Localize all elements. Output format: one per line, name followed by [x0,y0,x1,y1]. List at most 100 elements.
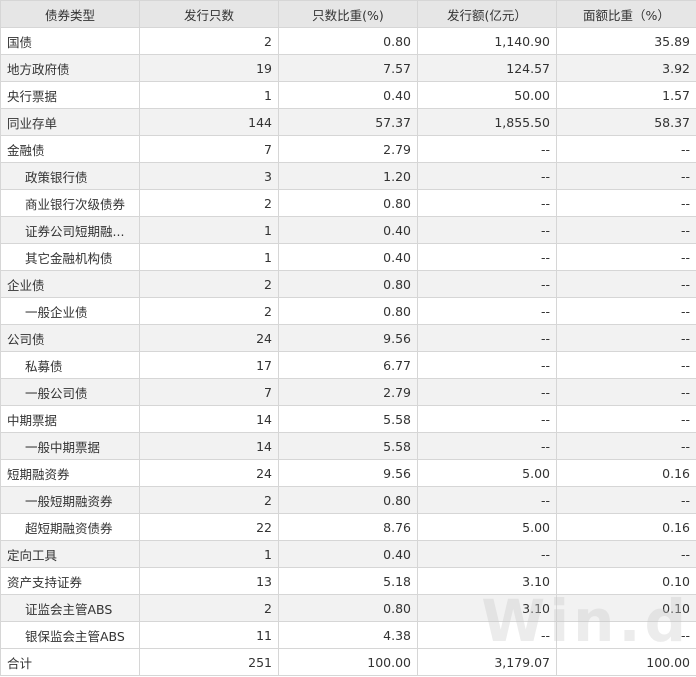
bond-type-cell: 私募债 [0,351,140,379]
issue-amount-cell: -- [417,216,557,244]
bond-type-cell: 商业银行次级债券 [0,189,140,217]
issue-amount-cell: -- [417,351,557,379]
amount-share-cell: -- [556,297,696,325]
bond-type-cell: 地方政府债 [0,54,140,82]
table-row: 一般中期票据 14 5.58 -- -- [0,432,696,460]
bond-type-cell: 一般企业债 [0,297,140,325]
table-row: 金融债 7 2.79 -- -- [0,135,696,163]
issue-count-cell: 13 [139,567,279,595]
bond-type-cell: 金融债 [0,135,140,163]
bond-type-cell: 中期票据 [0,405,140,433]
issue-amount-cell: 3,179.07 [417,648,557,676]
issue-count-cell: 19 [139,54,279,82]
issue-count-cell: 24 [139,324,279,352]
table-row: 企业债 2 0.80 -- -- [0,270,696,298]
count-share-cell: 0.40 [278,540,418,568]
amount-share-cell: -- [556,405,696,433]
column-header-amount-share[interactable]: 面额比重（%） [556,0,696,28]
amount-share-cell: -- [556,135,696,163]
count-share-cell: 7.57 [278,54,418,82]
issue-count-cell: 2 [139,27,279,55]
count-share-cell: 8.76 [278,513,418,541]
column-header-issue-count[interactable]: 发行只数 [139,0,279,28]
table-row: 地方政府债 19 7.57 124.57 3.92 [0,54,696,82]
amount-share-cell: -- [556,540,696,568]
amount-share-cell: 1.57 [556,81,696,109]
table-row: 政策银行债 3 1.20 -- -- [0,162,696,190]
issue-amount-cell: 5.00 [417,513,557,541]
bond-type-cell: 同业存单 [0,108,140,136]
amount-share-cell: -- [556,243,696,271]
issue-count-cell: 7 [139,378,279,406]
issue-amount-cell: -- [417,189,557,217]
issue-count-cell: 17 [139,351,279,379]
issue-count-cell: 2 [139,486,279,514]
issue-count-cell: 1 [139,216,279,244]
amount-share-cell: -- [556,162,696,190]
count-share-cell: 0.40 [278,243,418,271]
table-row: 中期票据 14 5.58 -- -- [0,405,696,433]
issue-count-cell: 3 [139,162,279,190]
bond-type-cell: 一般中期票据 [0,432,140,460]
issue-count-cell: 2 [139,297,279,325]
issue-amount-cell: 124.57 [417,54,557,82]
bond-type-cell: 短期融资券 [0,459,140,487]
bond-type-cell: 一般短期融资券 [0,486,140,514]
issue-amount-cell: 1,140.90 [417,27,557,55]
amount-share-cell: 100.00 [556,648,696,676]
count-share-cell: 5.58 [278,432,418,460]
amount-share-cell: 0.16 [556,459,696,487]
column-header-bond-type[interactable]: 债券类型 [0,0,140,28]
bond-type-cell: 一般公司债 [0,378,140,406]
count-share-cell: 0.80 [278,486,418,514]
table-row: 商业银行次级债券 2 0.80 -- -- [0,189,696,217]
issue-count-cell: 14 [139,405,279,433]
amount-share-cell: 58.37 [556,108,696,136]
bond-type-cell: 银保监会主管ABS [0,621,140,649]
issue-amount-cell: 3.10 [417,594,557,622]
count-share-cell: 2.79 [278,378,418,406]
table-row: 定向工具 1 0.40 -- -- [0,540,696,568]
count-share-cell: 9.56 [278,324,418,352]
bond-type-cell: 超短期融资债券 [0,513,140,541]
count-share-cell: 57.37 [278,108,418,136]
count-share-cell: 6.77 [278,351,418,379]
count-share-cell: 2.79 [278,135,418,163]
amount-share-cell: -- [556,351,696,379]
count-share-cell: 4.38 [278,621,418,649]
issue-count-cell: 2 [139,594,279,622]
issue-count-cell: 7 [139,135,279,163]
issue-amount-cell: -- [417,405,557,433]
issue-count-cell: 251 [139,648,279,676]
table-body: 国债 2 0.80 1,140.90 35.89 地方政府债 19 7.57 124.57 3.9… [0,27,696,676]
issue-count-cell: 14 [139,432,279,460]
bond-type-cell: 政策银行债 [0,162,140,190]
issue-count-cell: 24 [139,459,279,487]
bond-type-cell: 证券公司短期融... [0,216,140,244]
amount-share-cell: -- [556,216,696,244]
issue-count-cell: 1 [139,540,279,568]
table-row: 短期融资券 24 9.56 5.00 0.16 [0,459,696,487]
bond-type-cell: 定向工具 [0,540,140,568]
amount-share-cell: 0.10 [556,594,696,622]
issue-count-cell: 2 [139,189,279,217]
table-row: 资产支持证券 13 5.18 3.10 0.10 [0,567,696,595]
issue-count-cell: 1 [139,243,279,271]
count-share-cell: 1.20 [278,162,418,190]
column-header-issue-amount[interactable]: 发行额(亿元） [417,0,557,28]
amount-share-cell: -- [556,486,696,514]
issue-count-cell: 2 [139,270,279,298]
count-share-cell: 9.56 [278,459,418,487]
bond-issuance-table: 债券类型 发行只数 只数比重(%) 发行额(亿元） 面额比重（%） 国债 2 0.8… [0,0,696,676]
count-share-cell: 0.80 [278,270,418,298]
bond-type-cell: 央行票据 [0,81,140,109]
table-row: 国债 2 0.80 1,140.90 35.89 [0,27,696,55]
bond-type-cell: 企业债 [0,270,140,298]
table-row: 证券公司短期融... 1 0.40 -- -- [0,216,696,244]
count-share-cell: 100.00 [278,648,418,676]
amount-share-cell: -- [556,189,696,217]
issue-amount-cell: 1,855.50 [417,108,557,136]
count-share-cell: 0.40 [278,81,418,109]
table-row: 公司债 24 9.56 -- -- [0,324,696,352]
column-header-count-share[interactable]: 只数比重(%) [278,0,418,28]
